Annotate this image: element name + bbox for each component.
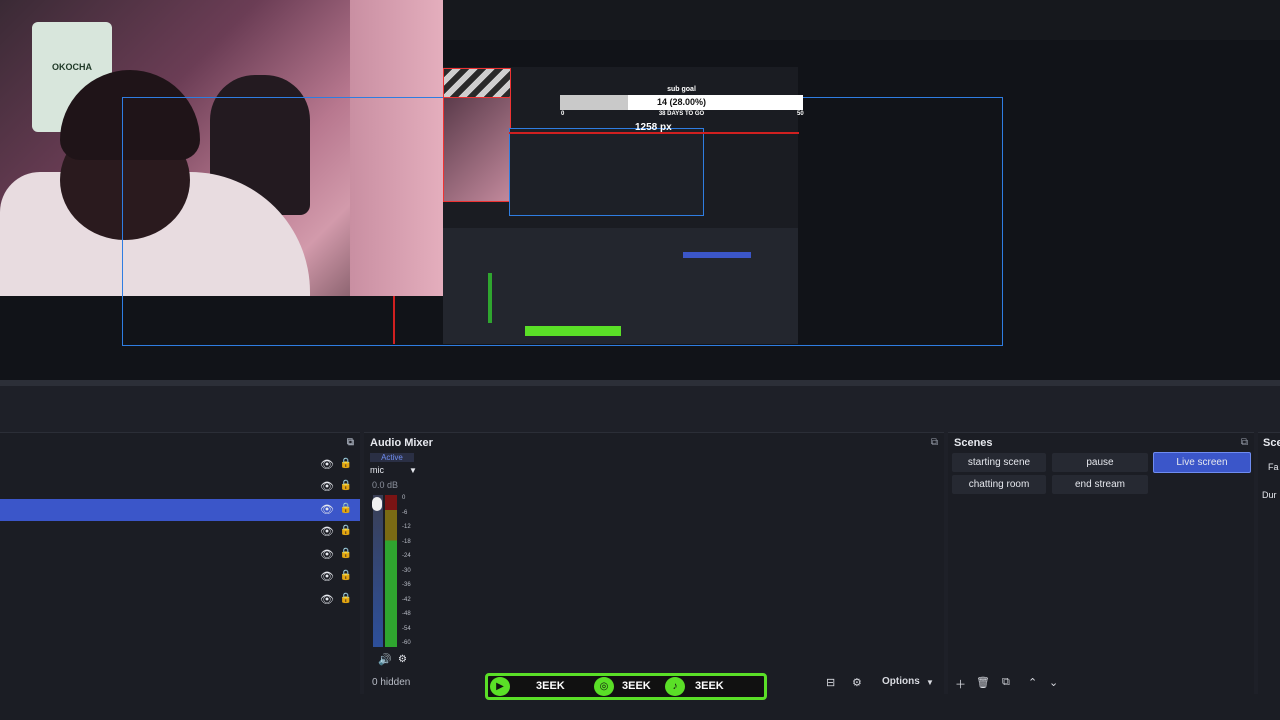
meter-tick-label: -48 bbox=[402, 611, 411, 617]
meter-tick-label: -30 bbox=[402, 567, 411, 574]
sources-dock: ⧉ 👁 🔒 👁 🔒 👁 🔒 👁 🔒 👁 🔒 👁 🔒 👁 🔒 bbox=[0, 432, 360, 695]
lock-icon[interactable]: 🔒 bbox=[340, 593, 352, 604]
clipped-dock-title: Sce bbox=[1263, 437, 1280, 449]
speaker-icon[interactable]: 🔊 bbox=[378, 653, 392, 666]
banner-handle-instagram: 3EEK bbox=[622, 680, 651, 692]
mixer-channel-name: mic bbox=[370, 465, 384, 475]
scene-filter-icon[interactable]: ⧉ bbox=[1002, 676, 1010, 689]
nested-hatch-overlay bbox=[443, 68, 511, 100]
lock-icon[interactable]: 🔒 bbox=[340, 458, 352, 469]
move-up-icon[interactable]: ⌃ bbox=[1028, 676, 1037, 689]
nested-obs-panel bbox=[443, 228, 798, 344]
mixer-status: Active bbox=[370, 453, 414, 462]
sub-goal-deadline: 38 DAYS TO GO bbox=[658, 111, 705, 117]
banner-handle-tiktok: 3EEK bbox=[695, 680, 724, 692]
source-row[interactable]: 👁 🔒 bbox=[0, 566, 360, 588]
mixer-level: 0.0 dB bbox=[372, 480, 399, 490]
source-row[interactable]: 👁 🔒 bbox=[0, 476, 360, 498]
nested-preview bbox=[509, 128, 704, 216]
eye-icon[interactable]: 👁 bbox=[320, 480, 334, 493]
move-down-icon[interactable]: ⌄ bbox=[1049, 676, 1058, 689]
eye-icon[interactable]: 👁 bbox=[320, 570, 334, 583]
audio-mixer-dock: Audio Mixer ⧉ Active mic ▼ 0.0 dB 🔊 ⚙ bbox=[364, 432, 944, 695]
source-row[interactable]: 👁 🔒 bbox=[0, 454, 360, 476]
meter-tick-label: -60 bbox=[402, 640, 411, 646]
clipped-dock: Sce Fa Dur bbox=[1258, 432, 1280, 695]
advanced-audio-icon[interactable]: ⚙ bbox=[852, 676, 862, 689]
source-row-selected[interactable]: 👁 🔒 bbox=[0, 499, 360, 521]
popout-icon[interactable]: ⧉ bbox=[1241, 437, 1248, 448]
nested-meter bbox=[488, 273, 492, 323]
volume-slider[interactable] bbox=[372, 495, 383, 647]
volume-meter bbox=[385, 495, 397, 647]
scenes-dock: Scenes ⧉ starting scene pause Live scree… bbox=[948, 432, 1254, 695]
lock-icon[interactable]: 🔒 bbox=[340, 525, 352, 536]
audio-mixer-title: Audio Mixer bbox=[370, 437, 433, 449]
eye-icon[interactable]: 👁 bbox=[320, 503, 334, 516]
nested-scene-selected bbox=[683, 252, 751, 258]
hidden-count: 0 hidden bbox=[372, 677, 411, 688]
scene-chatting-room[interactable]: chatting room bbox=[952, 475, 1046, 494]
clipped-dock-line2: Dur bbox=[1262, 490, 1277, 500]
sub-goal-title: sub goal bbox=[667, 86, 696, 93]
sub-goal-max: 50 bbox=[797, 111, 804, 117]
options-button[interactable]: Options bbox=[882, 676, 920, 687]
add-scene-icon[interactable]: ＋ bbox=[955, 676, 966, 692]
filter-icon[interactable]: ⊟ bbox=[826, 676, 835, 689]
clipped-dock-line1: Fa bbox=[1268, 462, 1279, 472]
instagram-icon: ◎ bbox=[594, 677, 614, 696]
chevron-down-icon[interactable]: ▼ bbox=[926, 678, 934, 687]
meter-tick-label: 0 bbox=[402, 495, 406, 501]
lock-icon[interactable]: 🔒 bbox=[340, 570, 352, 581]
meter-tick-label: -6 bbox=[402, 509, 408, 516]
dock-gap bbox=[0, 386, 1280, 432]
tiktok-icon: ♪ bbox=[665, 677, 685, 696]
source-row[interactable]: 👁 🔒 bbox=[0, 521, 360, 543]
jersey-text: OKOCHA bbox=[52, 62, 92, 72]
meter-tick-label: -24 bbox=[402, 553, 411, 559]
eye-icon[interactable]: 👁 bbox=[320, 548, 334, 561]
meter-tick-label: -42 bbox=[402, 596, 411, 603]
social-banner-overlay: ▶ 3EEK ◎ 3EEK ♪ 3EEK bbox=[485, 673, 767, 700]
youtube-icon: ▶ bbox=[490, 677, 510, 696]
meter-tick-label: -54 bbox=[402, 625, 411, 632]
eye-icon[interactable]: 👁 bbox=[320, 593, 334, 606]
source-row[interactable]: 👁 🔒 bbox=[0, 589, 360, 611]
sub-goal-value: 14 (28.00%) bbox=[656, 97, 707, 107]
eye-icon[interactable]: 👁 bbox=[320, 458, 334, 471]
scene-end-stream[interactable]: end stream bbox=[1052, 475, 1148, 494]
popout-icon[interactable]: ⧉ bbox=[347, 437, 354, 448]
scene-pause[interactable]: pause bbox=[1052, 453, 1148, 472]
popout-icon[interactable]: ⧉ bbox=[931, 437, 938, 448]
banner-handle-youtube: 3EEK bbox=[536, 680, 565, 692]
meter-tick-label: -36 bbox=[402, 582, 411, 588]
lock-icon[interactable]: 🔒 bbox=[340, 480, 352, 491]
eye-icon[interactable]: 👁 bbox=[320, 525, 334, 538]
chevron-down-icon[interactable]: ▼ bbox=[409, 466, 417, 475]
volume-slider-handle[interactable] bbox=[372, 497, 382, 511]
measure-label: 1258 px bbox=[635, 122, 672, 133]
mixer-settings-icon[interactable]: ⚙ bbox=[398, 654, 407, 665]
nested-webcam bbox=[443, 97, 511, 202]
lock-icon[interactable]: 🔒 bbox=[340, 503, 352, 514]
scene-live-screen[interactable]: Live screen bbox=[1153, 452, 1251, 473]
lock-icon[interactable]: 🔒 bbox=[340, 548, 352, 559]
guide-line-vertical bbox=[393, 296, 395, 344]
meter-tick-label: -18 bbox=[402, 538, 411, 545]
scene-starting-scene[interactable]: starting scene bbox=[952, 453, 1046, 472]
trash-icon[interactable]: 🗑 bbox=[976, 676, 990, 689]
source-row[interactable]: 👁 🔒 bbox=[0, 544, 360, 566]
meter-tick-label: -12 bbox=[402, 524, 411, 530]
nested-banner bbox=[525, 326, 621, 336]
